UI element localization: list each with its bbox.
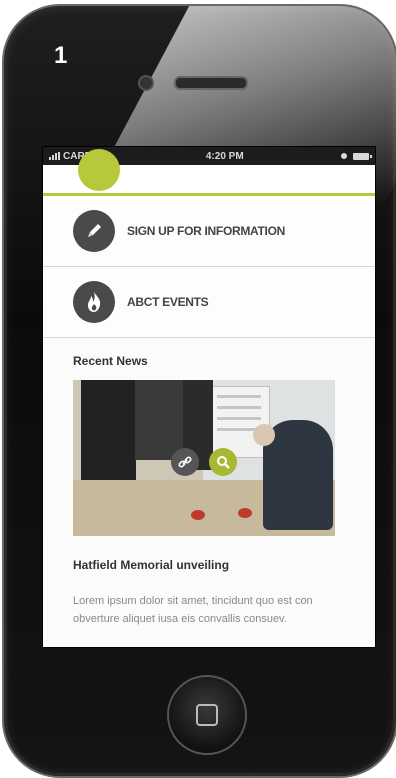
menu-item-events[interactable]: ABCT EVENTS xyxy=(43,267,375,338)
news-title[interactable]: Hatfield Memorial unveiling xyxy=(73,558,345,572)
phone-screen: CARRIER 4:20 PM SIGN UP FOR INFORMATION xyxy=(42,146,376,648)
signal-icon xyxy=(49,152,60,160)
flower xyxy=(191,510,205,520)
front-camera xyxy=(138,75,154,91)
news-excerpt: Lorem ipsum dolor sit amet, tincidunt qu… xyxy=(73,595,313,625)
section-heading: Recent News xyxy=(73,354,148,368)
menu-item-label: ABCT EVENTS xyxy=(127,295,209,309)
pencil-icon xyxy=(73,210,115,252)
home-button[interactable] xyxy=(167,675,247,755)
news-image[interactable] xyxy=(73,380,335,536)
battery-icon xyxy=(352,152,372,160)
home-square-icon xyxy=(196,704,218,726)
location-icon xyxy=(340,153,347,159)
step-number: 1 xyxy=(54,42,68,69)
earpiece-speaker xyxy=(174,76,248,90)
memorial-plaque xyxy=(208,386,270,458)
status-time: 4:20 PM xyxy=(205,150,244,162)
recent-news-section: Recent News Hatfield Memorial unveiling … xyxy=(43,338,375,628)
status-right xyxy=(340,152,372,160)
link-icon[interactable] xyxy=(171,448,199,476)
flower xyxy=(238,508,252,518)
menu-icon-partial[interactable] xyxy=(78,149,120,191)
phone-frame: 1 CARRIER 4:20 PM xyxy=(2,4,396,778)
header-strip xyxy=(43,149,375,196)
flame-icon xyxy=(73,281,115,323)
magnifier-icon[interactable] xyxy=(209,448,237,476)
menu-item-label: SIGN UP FOR INFORMATION xyxy=(127,224,285,238)
menu-item-sign-up[interactable]: SIGN UP FOR INFORMATION xyxy=(43,196,375,267)
